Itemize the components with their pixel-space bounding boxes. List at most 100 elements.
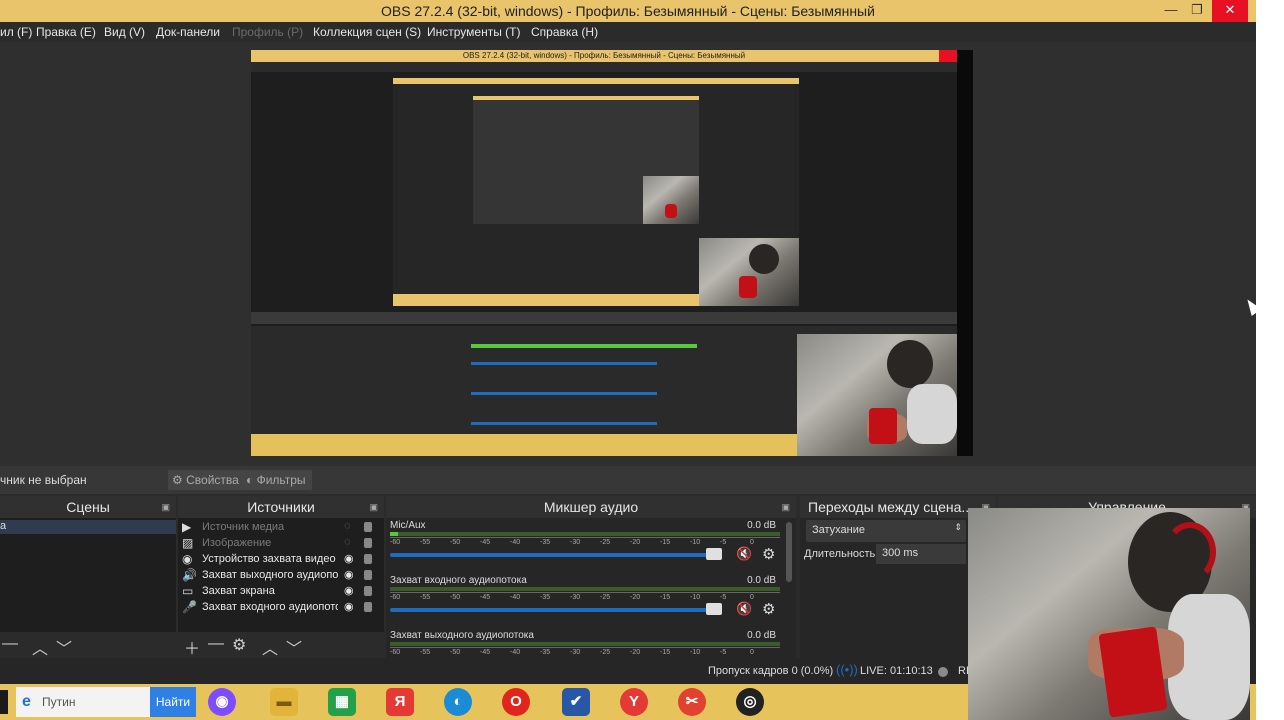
source-item[interactable]: ▶ Источник медиа ◌ [178,520,380,536]
hidden-eye-icon[interactable]: ◌ [344,536,351,548]
tick-label: -35 [540,649,551,656]
live-timer: LIVE: 01:10:13 [860,665,933,677]
channel-db: 0.0 dB [747,575,776,586]
cutter-icon[interactable]: ✂ [678,688,706,716]
source-label: Захват входного аудиопото [202,601,338,613]
muted-speaker-icon[interactable]: 🔇 [736,601,752,617]
volume-slider[interactable] [390,608,720,612]
menu-view[interactable]: Вид (V) [104,25,145,39]
move-up-icon[interactable]: ︿ [262,635,278,659]
lock-icon[interactable] [364,602,372,612]
tick-label: -60 [390,594,401,601]
store-icon[interactable]: ▦ [328,688,356,716]
menu-tools[interactable]: Инструменты (T) [427,25,520,39]
tick-label: -40 [510,649,521,656]
preview-canvas[interactable]: OBS 27.2.4 (32-bit, windows) - Профиль: … [251,50,973,456]
restore-button[interactable]: ❐ [1180,0,1214,22]
scenes-list[interactable]: а [0,518,176,632]
alice-icon[interactable]: ◉ [208,688,236,716]
lock-icon[interactable] [364,522,372,532]
scenes-footer: — ︿ ﹀ [0,632,176,658]
lock-icon[interactable] [364,538,372,548]
chevron-updown-icon: ⇕ [954,522,962,532]
menu-help[interactable]: Справка (H) [531,25,598,39]
properties-button[interactable]: ⚙ Свойства [168,470,245,490]
add-source-icon[interactable]: ＋ [184,635,200,659]
start-edge[interactable] [0,690,8,714]
tick-label: -40 [510,539,521,546]
yandex-browser-icon[interactable]: Y [620,688,648,716]
muted-speaker-icon[interactable]: 🔇 [736,546,752,562]
tick-label: -15 [660,539,671,546]
window-title: OBS 27.2.4 (32-bit, windows) - Профиль: … [381,3,875,19]
folder-icon[interactable]: ▬ [270,688,298,716]
undock-icon[interactable]: ▣ [781,496,790,518]
volume-slider-handle[interactable] [706,603,722,615]
menu-scene-collection[interactable]: Коллекция сцен (S) [313,25,421,39]
lock-icon[interactable] [364,570,372,580]
nested-title: OBS 27.2.4 (32-bit, windows) - Профиль: … [462,51,746,60]
move-down-icon[interactable]: ﹀ [56,635,72,659]
source-item[interactable]: ▭ Захват экрана ◉ [178,584,380,600]
sources-list[interactable]: ▶ Источник медиа ◌ ▨ Изображение ◌ ◉ Уст… [178,518,384,632]
tick-label: -5 [720,649,727,656]
yandex-icon[interactable]: Я [386,688,414,716]
eye-icon[interactable]: ◉ [344,568,354,581]
menu-docks[interactable]: Док-панели [156,25,220,39]
obs-icon[interactable]: ◎ [736,688,764,716]
volume-slider-handle[interactable] [706,548,722,560]
gear-icon[interactable]: ⚙ [762,545,775,563]
tick-label: -50 [450,539,461,546]
source-settings-icon[interactable]: ⚙ [232,635,246,655]
move-up-icon[interactable]: ︿ [32,635,48,659]
transition-select[interactable]: Затухание ⇕ [806,520,966,542]
edge-icon[interactable]: ◐ [444,688,472,716]
scene-item[interactable]: а [0,520,176,534]
sources-title: Источники [247,499,315,515]
duration-field[interactable]: 300 ms [876,544,966,564]
meter-ticks: -60 -55 -50 -45 -40 -35 -30 -25 -20 -15 … [390,537,780,547]
mixer-header: Микшер аудио ▣ [386,496,796,518]
menu-edit[interactable]: Правка (E) [36,25,96,39]
hidden-eye-icon[interactable]: ◌ [344,520,351,532]
search-field[interactable]: e Путин [16,687,150,717]
mixer-scrollbar[interactable] [786,522,792,582]
lock-icon[interactable] [364,554,372,564]
undock-icon[interactable]: ▣ [161,496,170,518]
source-item[interactable]: ◉ Устройство захвата видео ◉ [178,552,380,568]
lock-icon[interactable] [364,586,372,596]
sources-footer: ＋ — ⚙ ︿ ﹀ [178,632,384,658]
image-source-icon: ▨ [182,536,194,550]
eye-icon[interactable]: ◉ [344,600,354,613]
mixer-dock: Микшер аудио ▣ Mic/Aux 0.0 dB -60 -55 -5… [386,496,796,658]
source-item[interactable]: 🔊 Захват выходного аудиопот ◉ [178,568,380,584]
filters-button[interactable]: ◐ Фильтры [242,470,312,490]
nested-webcam-3 [643,176,699,224]
opera-icon[interactable]: O [502,688,530,716]
mixer-channels: Mic/Aux 0.0 dB -60 -55 -50 -45 -40 -35 -… [386,518,796,658]
nested-webcam-2 [699,238,799,306]
gear-icon[interactable]: ⚙ [762,600,775,618]
undock-icon[interactable]: ▣ [369,496,378,518]
find-button[interactable]: Найти [150,687,196,717]
shield-icon[interactable]: ✔ [562,688,590,716]
tick-label: -55 [420,539,431,546]
eye-icon[interactable]: ◉ [344,552,354,565]
volume-slider[interactable] [390,553,720,557]
remove-scene-icon[interactable]: — [2,635,18,653]
source-item[interactable]: ▨ Изображение ◌ [178,536,380,552]
transition-selected: Затухание [812,524,866,536]
speaker-icon: 🔊 [182,568,197,582]
source-item[interactable]: 🎤 Захват входного аудиопото ◉ [178,600,380,616]
scenes-title: Сцены [66,499,110,515]
transitions-dock: Переходы между сцена... ▣ Затухание ⇕ Дл… [800,496,996,658]
duration-label: Длительность [804,548,876,560]
remove-source-icon[interactable]: — [208,635,224,653]
tick-label: -45 [480,649,491,656]
transitions-body: Затухание ⇕ Длительность 300 ms [800,518,996,658]
menu-file[interactable]: ил (F) [0,25,32,39]
mixer-channel: Mic/Aux 0.0 dB -60 -55 -50 -45 -40 -35 -… [390,520,780,576]
eye-icon[interactable]: ◉ [344,584,354,597]
close-button[interactable]: ✕ [1212,0,1248,22]
move-down-icon[interactable]: ﹀ [286,635,302,659]
